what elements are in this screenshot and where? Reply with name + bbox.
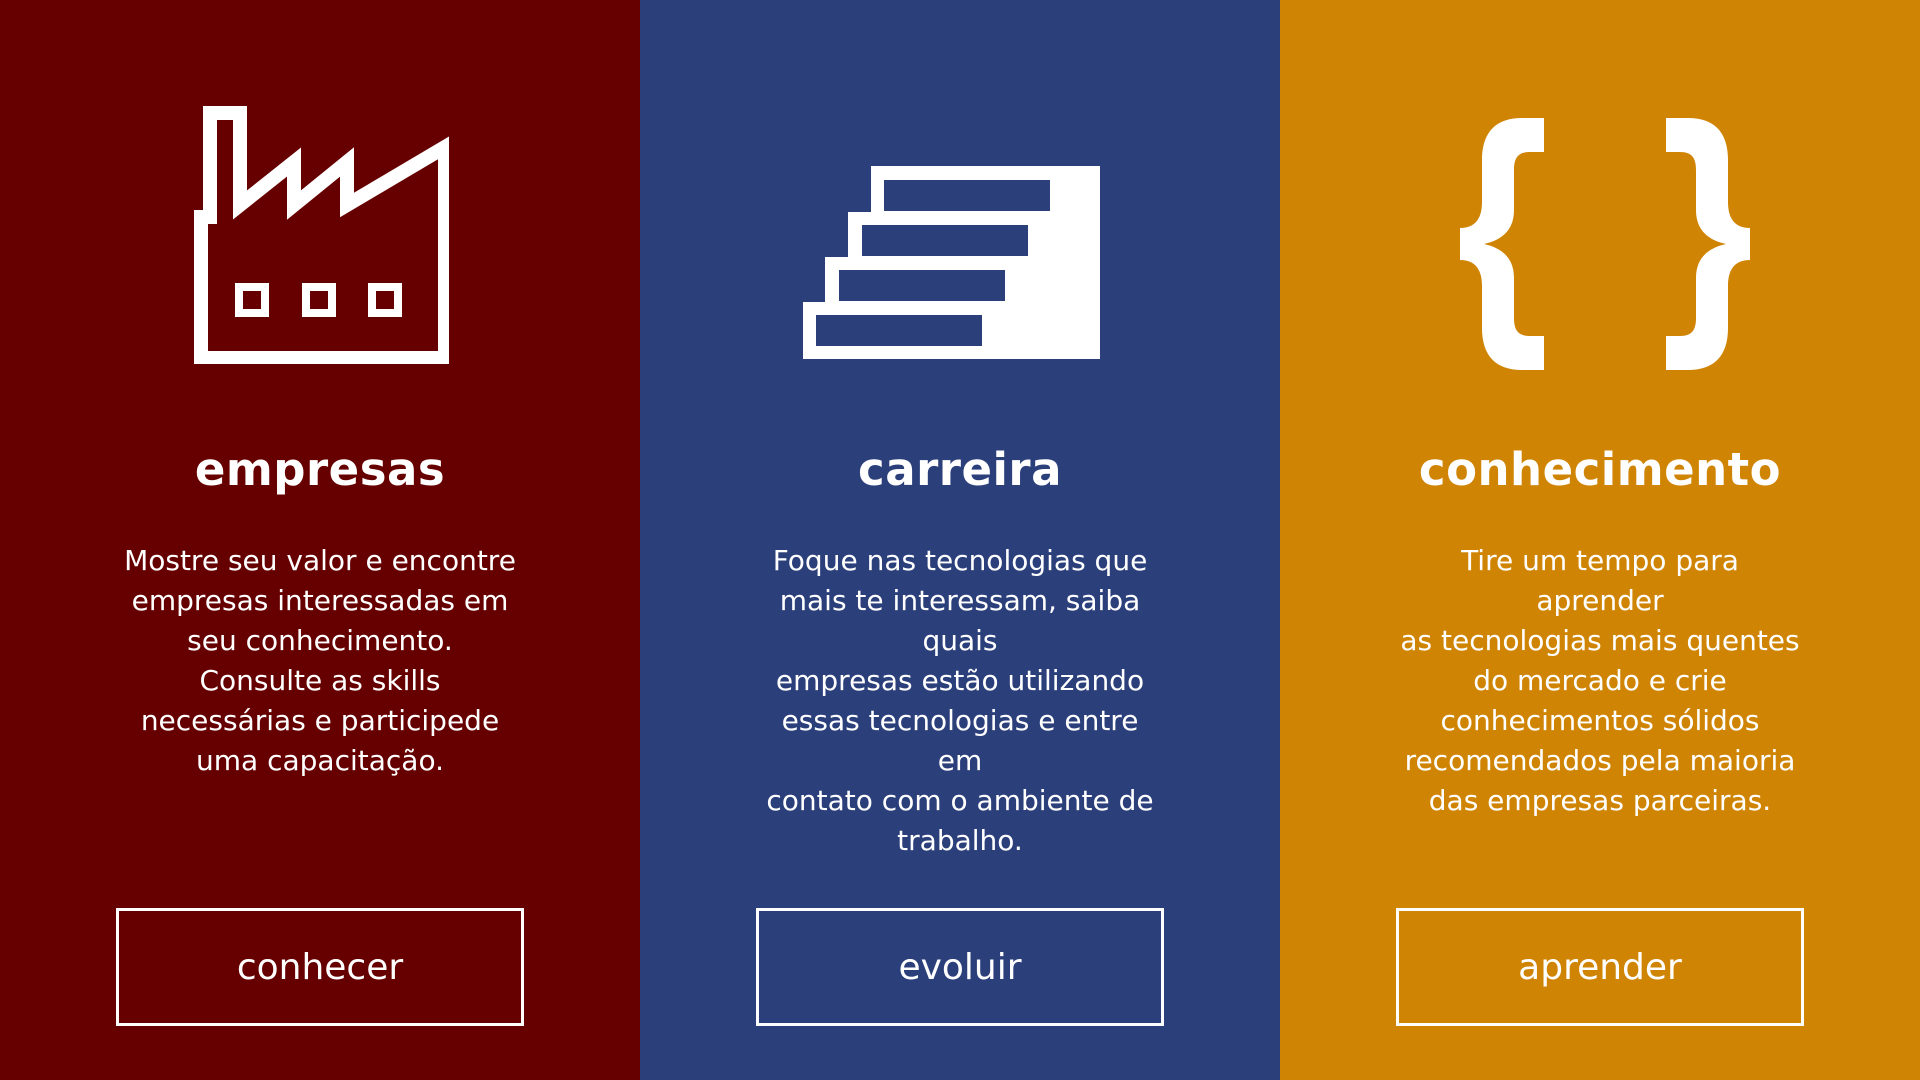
card-icon-area (0, 0, 640, 420)
evoluir-button[interactable]: evoluir (756, 908, 1164, 1026)
card-icon-area (1280, 0, 1920, 420)
stairs-icon (803, 166, 1100, 359)
card-description: Foque nas tecnologias que mais te intere… (766, 544, 1154, 857)
conhecer-button[interactable]: conhecer (116, 908, 524, 1026)
card-conhecimento: conhecimento Tire um tempo para aprender… (1280, 0, 1920, 1080)
card-description: Mostre seu valor e encontre empresas int… (124, 544, 516, 777)
card-description: Tire um tempo para aprender as tecnologi… (1400, 544, 1800, 817)
factory-icon (194, 106, 449, 364)
card-icon-area (640, 0, 1280, 420)
card-title: carreira (858, 443, 1062, 496)
curly-braces-icon (1460, 118, 1750, 370)
aprender-button[interactable]: aprender (1396, 908, 1804, 1026)
cards-container: empresas Mostre seu valor e encontre emp… (0, 0, 1920, 1080)
card-empresas: empresas Mostre seu valor e encontre emp… (0, 0, 640, 1080)
card-carreira: carreira Foque nas tecnologias que mais … (640, 0, 1280, 1080)
card-title: empresas (194, 443, 446, 496)
card-title: conhecimento (1418, 443, 1782, 496)
